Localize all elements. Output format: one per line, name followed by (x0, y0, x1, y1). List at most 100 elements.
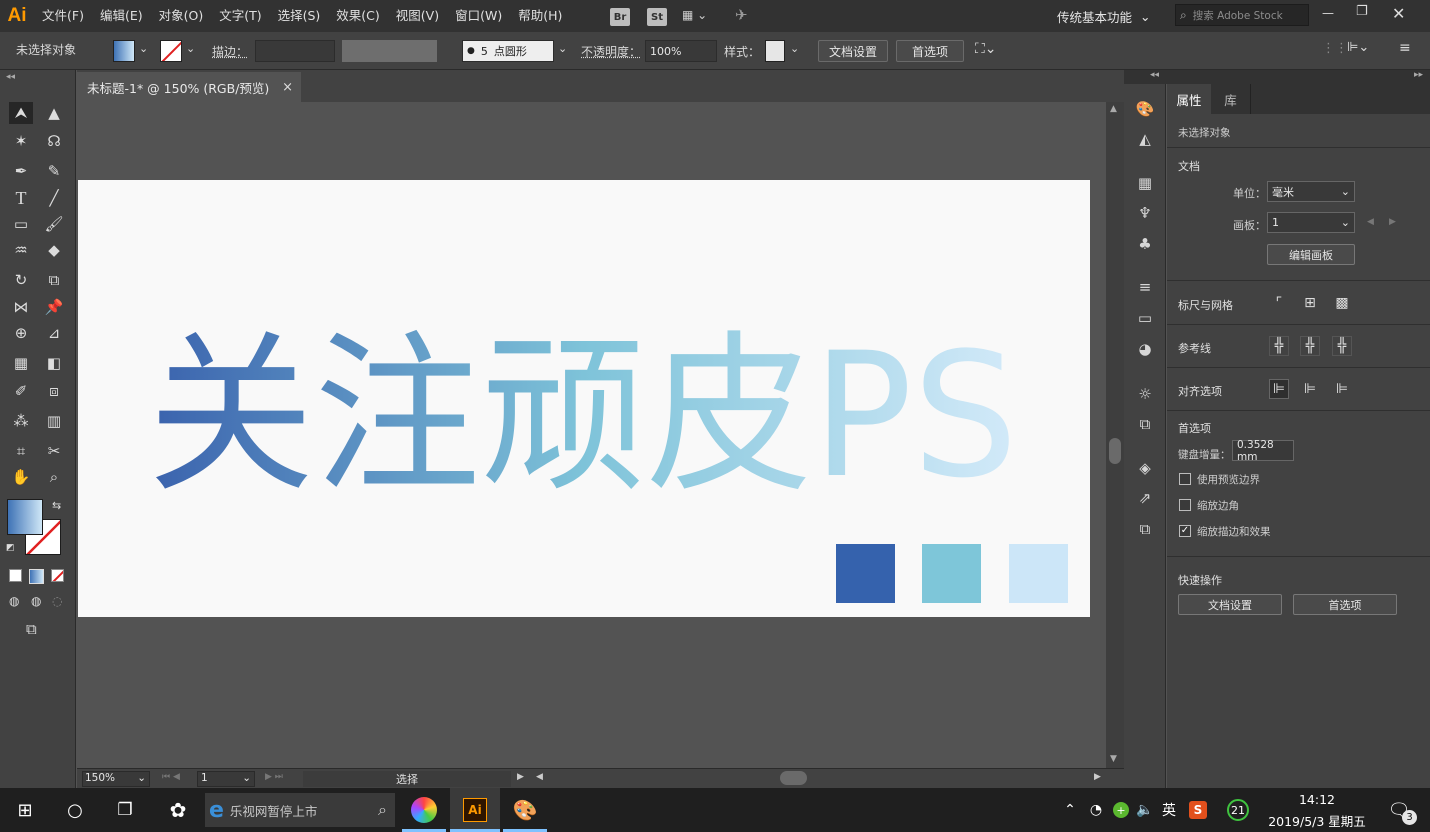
asset-export-icon[interactable]: ⇗ (1134, 487, 1156, 509)
stroke-weight-field[interactable] (255, 40, 335, 62)
gradient-mode-icon[interactable] (29, 569, 44, 584)
keyboard-increment-field[interactable]: 0.3528 mm (1232, 439, 1294, 463)
zoom-tool-icon[interactable]: ⌕ (42, 466, 66, 488)
scroll-up-icon[interactable]: ▲ (1110, 104, 1117, 114)
stroke-label[interactable]: 描边： (212, 43, 248, 60)
document-setup-button[interactable]: 文档设置 (818, 40, 888, 62)
artboard-select[interactable]: 1 ⌄ (1267, 212, 1355, 233)
scroll-left-icon[interactable]: ◀ (536, 772, 543, 782)
zoom-field[interactable]: 150% ⌄ (82, 771, 150, 787)
swap-colors-icon[interactable]: ⇆ (52, 499, 61, 512)
vertical-scrollbar[interactable]: ▲ ▼ (1106, 102, 1124, 768)
artboard[interactable]: 关注顽皮PS (78, 180, 1090, 617)
lock-guides-icon[interactable]: ╬ (1300, 336, 1320, 356)
wifi-icon[interactable]: ◔ (1086, 788, 1106, 832)
variable-width-profile[interactable] (342, 40, 437, 62)
artboard-tool-icon[interactable]: ⌗ (9, 440, 33, 462)
paintbrush-icon[interactable]: 🖌 (42, 213, 66, 235)
volume-icon[interactable]: 🔈 (1134, 788, 1156, 832)
close-tab-button[interactable]: × (282, 80, 293, 95)
menu-view[interactable]: 视图(V) (388, 0, 447, 32)
close-window-button[interactable]: ✕ (1392, 4, 1410, 23)
fill-color-front[interactable] (7, 499, 43, 535)
graphic-styles-icon[interactable]: ⧉ (1134, 413, 1156, 435)
paint-app-icon[interactable]: 🎨 (503, 788, 547, 832)
rectangle-tool-icon[interactable]: ▭ (9, 213, 33, 235)
column-graph-icon[interactable]: ▥ (42, 410, 66, 432)
color-wheel-app-icon[interactable] (402, 788, 446, 832)
pen-tool-icon[interactable]: ✒ (9, 160, 33, 182)
quick-preferences-button[interactable]: 首选项 (1293, 594, 1397, 615)
scale-corners-checkbox[interactable] (1179, 499, 1191, 511)
symbol-sprayer-icon[interactable]: ⁂ (9, 410, 33, 432)
symbols-icon[interactable]: ♣ (1134, 233, 1156, 255)
swatch-dark-blue[interactable] (836, 544, 895, 603)
perspective-grid-icon[interactable]: ⊿ (42, 322, 66, 344)
gradient-panel-icon[interactable]: ▭ (1134, 307, 1156, 329)
chevron-down-icon[interactable]: ⌄ (790, 42, 799, 55)
input-language[interactable]: 英 (1158, 788, 1180, 832)
scroll-thumb[interactable] (1109, 438, 1121, 464)
expand-arrows-icon[interactable]: ▸▸ (1414, 70, 1423, 80)
transparency-grid-icon[interactable]: ▩ (1332, 293, 1352, 313)
stroke-panel-icon[interactable]: ≡ (1134, 276, 1156, 298)
rotate-tool-icon[interactable]: ↻ (9, 269, 33, 291)
restore-button[interactable]: ❐ (1356, 4, 1374, 22)
collapse-arrows-icon[interactable]: ◂◂ (1150, 70, 1159, 80)
color-mode-icon[interactable] (9, 569, 22, 582)
last-artboard-icon[interactable]: ▶ ⏭ (265, 772, 283, 782)
puppet-warp-icon[interactable]: 📌 (42, 296, 66, 318)
chevron-down-icon[interactable]: ⌄ (558, 42, 567, 55)
brushes-icon[interactable]: ♆ (1134, 202, 1156, 224)
transparency-icon[interactable]: ◕ (1134, 338, 1156, 360)
opacity-field[interactable]: 100% (645, 40, 717, 62)
tab-properties[interactable]: 属性 (1167, 84, 1211, 114)
selection-tool-icon[interactable]: ⮝ (9, 102, 33, 124)
app-pinwheel-icon[interactable]: ✿ (155, 788, 201, 832)
eraser-icon[interactable]: ◆ (42, 239, 66, 261)
eyedropper-icon[interactable]: ✐ (9, 380, 33, 402)
horizontal-scroll-thumb[interactable] (780, 771, 807, 785)
draw-normal-icon[interactable]: ◍ (9, 594, 19, 608)
taskbar-search[interactable]: e 乐视网暂停上市 ⌕ (205, 793, 395, 827)
shaper-tool-icon[interactable]: ♒ (9, 239, 33, 261)
default-colors-icon[interactable]: ◩ (6, 543, 15, 553)
gpu-performance-icon[interactable]: ✈ (735, 6, 757, 26)
slice-tool-icon[interactable]: ✂ (42, 440, 66, 462)
grid-icon[interactable]: ⊞ (1300, 293, 1320, 313)
notification-badge-21[interactable]: 21 (1225, 788, 1251, 832)
align-to-key-icon[interactable]: ⊫ (1300, 379, 1320, 399)
appearance-icon[interactable]: ☼ (1134, 383, 1156, 405)
none-mode-icon[interactable] (51, 569, 64, 582)
first-artboard-icon[interactable]: ⏮ ◀ (162, 772, 180, 782)
menu-file[interactable]: 文件(F) (34, 0, 92, 32)
hand-tool-icon[interactable]: ✋ (9, 466, 33, 488)
arrange-documents-icon[interactable]: ▦ ⌄ (682, 8, 712, 24)
taskbar-clock[interactable]: 14:12 2019/5/3 星期五 (1262, 792, 1372, 830)
screen-mode-icon[interactable]: ⧉ (26, 620, 37, 638)
stock-search[interactable]: ⌕ 搜索 Adobe Stock (1175, 4, 1309, 26)
arrange-icon[interactable]: ⛶⌄ (975, 41, 997, 57)
color-guide-icon[interactable]: ◭ (1134, 128, 1156, 150)
align-to-selection-icon[interactable]: ⊫ (1269, 379, 1289, 399)
smart-guides-icon[interactable]: ╬ (1332, 336, 1352, 356)
transform-icon[interactable]: ⋮⋮ (1322, 41, 1348, 56)
bridge-button[interactable]: Br (610, 8, 630, 26)
preview-bounds-checkbox[interactable] (1179, 473, 1191, 485)
menu-edit[interactable]: 编辑(E) (92, 0, 151, 32)
swatches-icon[interactable]: ▦ (1134, 172, 1156, 194)
artboard-number-field[interactable]: 1 ⌄ (197, 771, 255, 787)
align-icon[interactable]: ⊫⌄ (1347, 40, 1369, 55)
status-menu-arrow-icon[interactable]: ▶ (517, 772, 524, 782)
sogou-ime-icon[interactable]: S (1187, 788, 1209, 832)
opacity-label[interactable]: 不透明度： (581, 43, 641, 60)
width-tool-icon[interactable]: ⋈ (9, 296, 33, 318)
fill-swatch[interactable] (113, 40, 135, 62)
status-field[interactable]: 选择 (303, 771, 511, 787)
chevron-down-icon[interactable]: ⌄ (139, 42, 148, 55)
layers-icon[interactable]: ◈ (1134, 457, 1156, 479)
swatch-light-blue[interactable] (1009, 544, 1068, 603)
draw-inside-icon[interactable]: ◌ (52, 594, 62, 608)
illustrator-taskbar-button[interactable]: Ai (450, 788, 500, 832)
task-view-icon[interactable]: ❐ (102, 788, 148, 832)
